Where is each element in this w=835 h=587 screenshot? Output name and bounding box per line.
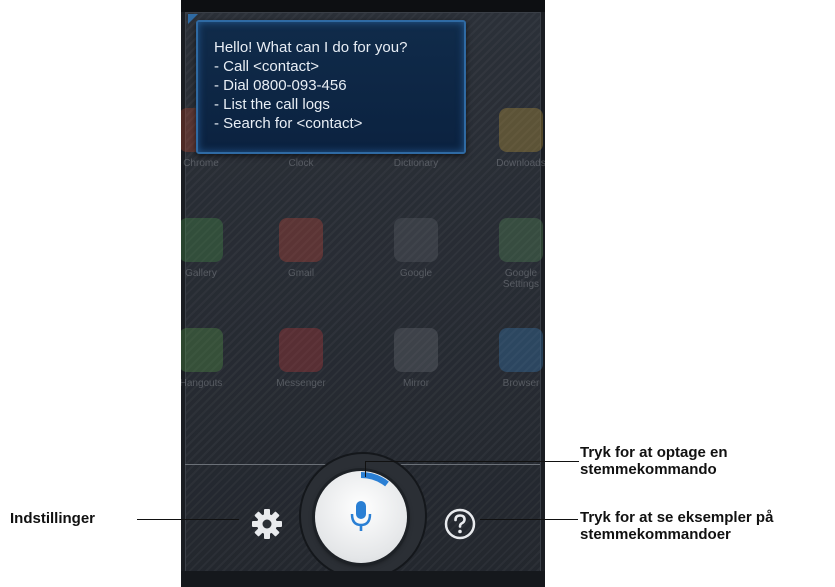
- app-icon-image: [181, 328, 223, 372]
- app-icon-hangouts: Hangouts: [181, 328, 236, 389]
- app-icon-image: [394, 328, 438, 372]
- app-icon-label: Gmail: [287, 268, 315, 279]
- app-icon-image: [279, 328, 323, 372]
- callout-line-settings: [137, 519, 239, 520]
- label-record-line2: stemmekommando: [580, 461, 717, 478]
- app-icon-label: Mirror: [402, 378, 430, 389]
- label-examples-line2: stemmekommandoer: [580, 526, 731, 543]
- callout-line-record-v: [365, 461, 366, 477]
- status-bar: [181, 0, 545, 12]
- app-icon-messenger: Messenger: [266, 328, 336, 389]
- app-icon-image: [499, 328, 543, 372]
- app-icon-image: [499, 218, 543, 262]
- app-icon-label: Chrome: [183, 158, 219, 169]
- microphone-icon: [350, 501, 372, 531]
- app-icon-label: Hangouts: [181, 378, 223, 389]
- bubble-example-search: - Search for <contact>: [214, 115, 363, 132]
- app-icon-label: Google Settings: [502, 268, 540, 290]
- bubble-example-call: - Call <contact>: [214, 58, 320, 75]
- mic-button[interactable]: [315, 471, 407, 563]
- app-icon-image: [499, 108, 543, 152]
- app-icon-gallery: Gallery: [181, 218, 236, 279]
- label-examples: Tryk for at se eksempler på stemmekomman…: [580, 509, 773, 543]
- app-icon-downloads: Downloads: [486, 108, 545, 169]
- app-icon-google: Google: [381, 218, 451, 279]
- app-icon-image: [279, 218, 323, 262]
- app-icon-browser: Browser: [486, 328, 545, 389]
- callout-line-examples: [480, 519, 578, 520]
- bubble-greeting: Hello! What can I do for you?: [214, 39, 408, 56]
- callout-line-record-h: [365, 461, 579, 462]
- bubble-example-dial: - Dial 0800-093-456: [214, 77, 347, 94]
- help-icon[interactable]: [443, 507, 477, 541]
- app-icon-label: Browser: [502, 378, 540, 389]
- app-icon-gmail: Gmail: [266, 218, 336, 279]
- gear-icon[interactable]: [250, 507, 284, 541]
- label-settings: Indstillinger: [10, 510, 96, 527]
- app-icon-label: Dictionary: [393, 158, 439, 169]
- app-icon-label: Messenger: [276, 378, 326, 389]
- bubble-example-logs: - List the call logs: [214, 96, 330, 113]
- assistant-bubble: Hello! What can I do for you? - Call <co…: [196, 20, 466, 154]
- app-icon-image: [181, 218, 223, 262]
- label-examples-line1: Tryk for at se eksempler på: [580, 509, 774, 526]
- app-icon-label: Google: [399, 268, 433, 279]
- app-icon-mirror: Mirror: [381, 328, 451, 389]
- app-icon-google-settings: Google Settings: [486, 218, 545, 290]
- app-icon-label: Downloads: [496, 158, 545, 169]
- label-record: Tryk for at optage en stemmekommando: [580, 444, 728, 478]
- app-icon-label: Gallery: [185, 268, 217, 279]
- app-icon-image: [394, 218, 438, 262]
- label-record-line1: Tryk for at optage en: [580, 444, 728, 461]
- navigation-bar: [181, 571, 545, 587]
- app-icon-label: Clock: [288, 158, 314, 169]
